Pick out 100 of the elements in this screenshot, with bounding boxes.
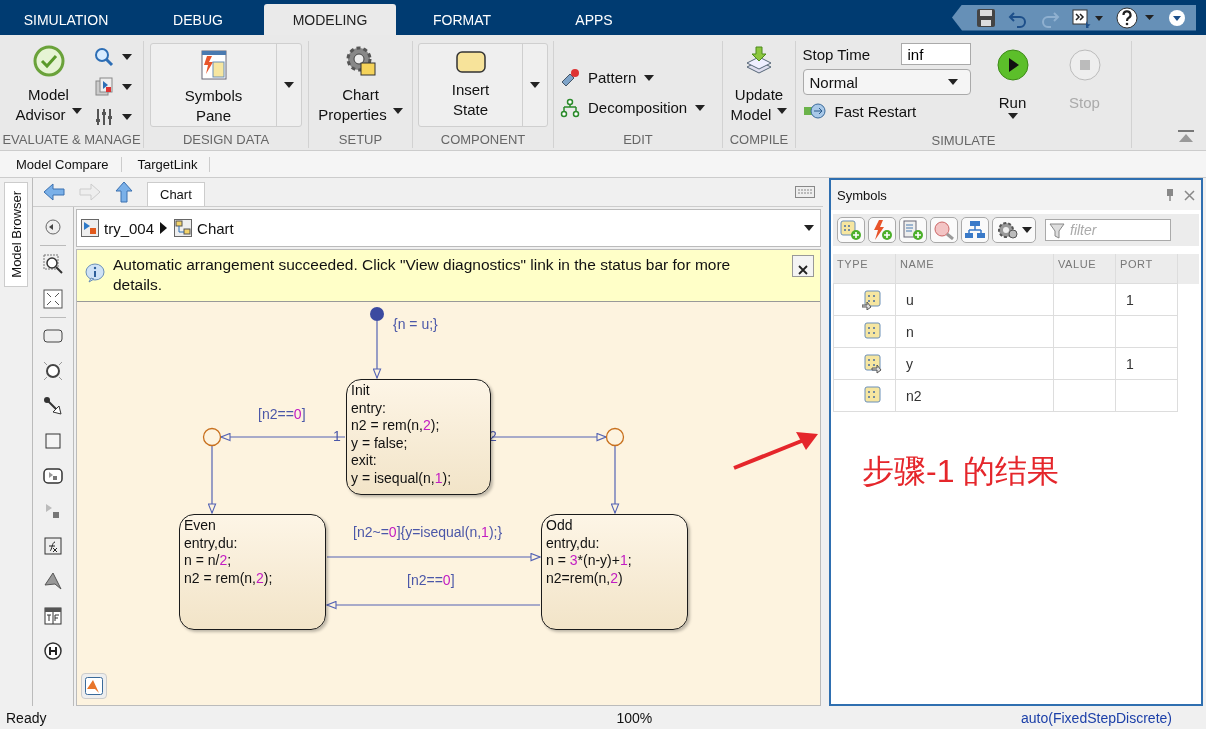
column-header[interactable]: TYPE (833, 254, 896, 284)
inspect-button[interactable] (930, 217, 958, 243)
back-icon[interactable] (43, 217, 63, 237)
output-data-icon (861, 353, 882, 374)
ribbon-tab[interactable]: DEBUG (132, 4, 264, 35)
table-cell[interactable]: y (896, 348, 1054, 380)
caret-icon (121, 84, 132, 90)
breadcrumb-item[interactable]: try_004 (81, 219, 155, 237)
ribbon-tab[interactable]: FORMAT (396, 4, 528, 35)
model-advisor-button[interactable]: Model Advisor (11, 43, 86, 127)
shortcut-icon[interactable] (1072, 7, 1104, 28)
chart-icon (174, 219, 193, 237)
toolbar-button[interactable]: TargetLink (121, 156, 211, 172)
panel-title: Symbols (837, 187, 887, 203)
transition-arrow[interactable] (326, 600, 541, 610)
section-label: EVALUATE & MANAGE (1, 132, 142, 148)
chart-tab[interactable]: Chart (147, 182, 205, 206)
toolbar-button[interactable]: Model Compare (0, 156, 122, 172)
matlab-button[interactable] (81, 673, 107, 699)
junction[interactable] (202, 427, 222, 447)
table-cell[interactable]: n (896, 316, 1054, 348)
save-icon[interactable] (976, 7, 996, 28)
insert-state-button[interactable]: Insert State (419, 44, 523, 126)
update-model-button[interactable]: Update Model (726, 43, 792, 127)
close-icon[interactable] (1184, 189, 1195, 201)
simulation-mode-dropdown[interactable]: Normal (802, 69, 971, 95)
transition-label: [n2~=0]{y=isequal(n,1);} (353, 524, 503, 541)
keyboard-icon[interactable] (795, 186, 815, 198)
state-action: entry,du: (184, 534, 239, 552)
add-data-button[interactable] (837, 217, 865, 243)
add-message-button[interactable] (899, 217, 927, 243)
caret-icon (644, 74, 655, 81)
hierarchy-button[interactable] (961, 217, 989, 243)
up-arrow-icon[interactable] (115, 181, 133, 203)
column-header[interactable]: VALUE (1054, 254, 1116, 284)
state-action: exit: (351, 452, 378, 470)
function-icon[interactable] (43, 536, 63, 556)
transition-arrow[interactable] (220, 432, 346, 442)
transition-arrow[interactable] (491, 432, 607, 442)
table-cell[interactable]: u (896, 284, 1054, 316)
table-cell[interactable]: n2 (896, 380, 1054, 412)
column-header[interactable]: PORT (1116, 254, 1178, 284)
state-block[interactable]: Odd entry,du: n = 3*(n-y)+1; n2=rem(n,2) (541, 514, 688, 630)
pin-icon[interactable] (1166, 189, 1174, 201)
stop-time-field[interactable]: inf (900, 43, 971, 65)
junction[interactable] (605, 427, 625, 447)
fit-view-icon[interactable] (43, 289, 63, 309)
zoom-icon[interactable] (43, 254, 63, 274)
gear-icon (344, 45, 377, 77)
table-cell (1116, 316, 1178, 348)
subchart-icon[interactable] (43, 466, 63, 486)
filter-field[interactable]: filter (1045, 219, 1171, 241)
decomposition-button[interactable]: Decomposition (560, 95, 706, 120)
transition-arrow[interactable] (326, 552, 541, 562)
close-icon (798, 265, 808, 275)
search-button[interactable] (93, 45, 132, 69)
fast-restart-button[interactable]: Fast Restart (802, 99, 971, 123)
collapse-icon[interactable] (1178, 130, 1194, 144)
fast-restart-icon (802, 102, 827, 120)
report-button[interactable] (93, 75, 132, 99)
menu-icon[interactable] (1168, 8, 1186, 27)
options-button[interactable] (992, 217, 1036, 243)
ribbon-tab[interactable]: APPS (528, 4, 660, 35)
box-icon[interactable] (43, 431, 63, 451)
history-junction-icon[interactable] (43, 641, 63, 661)
back-arrow-icon[interactable] (43, 183, 65, 201)
truth-table-icon[interactable] (43, 606, 63, 626)
insert-state-split-button[interactable]: Insert State (418, 43, 548, 127)
document-add-icon (902, 220, 924, 240)
state-block[interactable]: Even entry,du: n = n/2; n2 = rem(n,2); (179, 514, 326, 630)
close-button[interactable] (792, 255, 814, 277)
state-icon (454, 50, 487, 74)
state-name: Even (184, 517, 217, 535)
add-event-button[interactable] (868, 217, 896, 243)
help-icon[interactable] (1116, 6, 1156, 29)
model-browser-tab[interactable]: Model Browser (4, 182, 28, 287)
chart-properties-button[interactable]: Chart Properties (314, 43, 407, 127)
transition-arrow[interactable] (610, 445, 620, 514)
transition-icon[interactable] (43, 396, 63, 416)
ribbon-tab[interactable]: MODELING (264, 4, 396, 35)
run-button[interactable]: Run (992, 43, 1033, 133)
transition-arrow[interactable] (207, 445, 217, 514)
symbols-pane-button[interactable]: Symbols Pane (151, 44, 277, 126)
caret-icon (530, 82, 540, 88)
table-cell (1054, 284, 1116, 316)
junction-icon[interactable] (43, 361, 63, 381)
default-transition-arrow[interactable] (370, 307, 384, 379)
column-header[interactable]: NAME (896, 254, 1054, 284)
pattern-button[interactable]: Pattern (560, 65, 655, 90)
play-icon (996, 49, 1029, 81)
breadcrumb-item[interactable]: Chart (174, 219, 234, 237)
filter-icon (1049, 223, 1065, 239)
state-block[interactable]: Init entry: n2 = rem(n,2); y = false; exit: y = isequal(n,1); (346, 379, 491, 495)
state-action: n2 = rem(n,2); (351, 417, 441, 435)
solver-link[interactable]: auto(FixedStepDiscrete) (1021, 709, 1172, 726)
table-cell (1054, 316, 1116, 348)
ribbon-tab[interactable]: SIMULATION (0, 4, 132, 35)
state-icon[interactable] (43, 326, 63, 346)
symbols-pane-split-button[interactable]: Symbols Pane (150, 43, 302, 127)
symbols-icon (200, 50, 227, 80)
